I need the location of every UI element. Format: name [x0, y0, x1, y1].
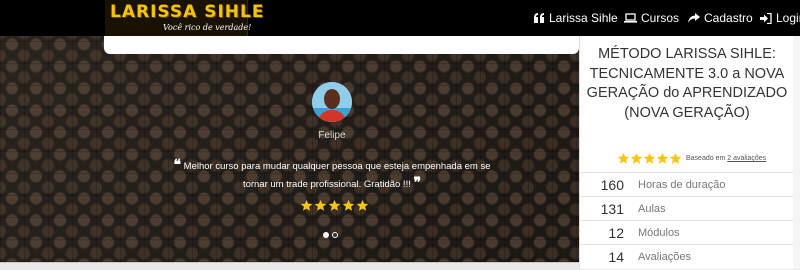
- avatar: [312, 82, 352, 122]
- nav-label: Login: [776, 11, 800, 25]
- testimonial-quote: ❝ Melhor curso para mudar qualquer pesso…: [168, 157, 496, 193]
- stat-label: Módulos: [638, 227, 680, 239]
- nav-item-login[interactable]: Login: [760, 11, 800, 25]
- person-photo: [312, 82, 352, 122]
- star-icon: [630, 152, 643, 164]
- stat-row-hours: 160 Horas de duração: [580, 172, 794, 197]
- nav-item-cursos[interactable]: Cursos: [624, 11, 679, 25]
- laptop-icon: [624, 13, 637, 23]
- login-icon: [760, 12, 772, 24]
- star-icon: [342, 199, 355, 211]
- stat-label: Aulas: [638, 203, 666, 215]
- stat-label: Avaliações: [638, 251, 691, 263]
- logo-slogan: Você rico de verdade!: [163, 23, 252, 32]
- course-info-panel: MÉTODO LARISSA SIHLE: TECNICAMENTE 3.0 a…: [579, 36, 795, 269]
- carousel-dot[interactable]: [332, 232, 338, 238]
- carousel-indicators: [323, 232, 338, 238]
- quote-icon: [534, 13, 544, 23]
- star-icon: [643, 152, 656, 164]
- nav-label: Cursos: [641, 11, 680, 25]
- nav-item-larissa-sihle[interactable]: Larissa Sihle: [534, 11, 618, 25]
- nav-item-cadastro[interactable]: Cadastro: [688, 11, 753, 25]
- carousel-dot[interactable]: [323, 232, 329, 238]
- rating-stars: [617, 152, 682, 165]
- content-card-edge: [104, 36, 579, 54]
- stat-label: Horas de duração: [638, 179, 726, 191]
- top-navbar: LARISSA SIHLE Você rico de verdade! Lari…: [0, 0, 800, 36]
- testimonial-rating: [300, 199, 369, 212]
- stat-row-lessons: 131 Aulas: [580, 196, 794, 221]
- quote-text: Melhor curso para mudar qualquer pessoa …: [183, 161, 491, 190]
- logo-title: LARISSA SIHLE: [110, 2, 265, 22]
- rating-prefix: Baseado em: [686, 155, 726, 162]
- star-icon: [356, 199, 369, 211]
- star-icon: [328, 199, 341, 211]
- star-icon: [656, 152, 669, 164]
- stat-value: 12: [608, 225, 624, 241]
- course-rating: Baseado em 2 avaliações: [617, 152, 766, 165]
- page-scroll-edge: [793, 36, 800, 269]
- star-icon: [617, 152, 630, 164]
- stat-row-modules: 12 Módulos: [580, 220, 794, 245]
- star-icon: [300, 199, 313, 211]
- stat-value: 131: [600, 201, 624, 217]
- share-icon: [688, 13, 700, 23]
- nav-label: Larissa Sihle: [549, 11, 618, 25]
- open-quote-icon: ❝: [173, 157, 182, 173]
- brand-logo[interactable]: LARISSA SIHLE Você rico de verdade!: [105, 0, 263, 36]
- testimonial-author: Felipe: [318, 130, 346, 141]
- stat-value: 160: [600, 177, 624, 193]
- nav-label: Cadastro: [704, 11, 753, 25]
- stat-row-reviews: 14 Avaliações: [580, 244, 794, 269]
- course-title: MÉTODO LARISSA SIHLE: TECNICAMENTE 3.0 a…: [586, 46, 788, 121]
- close-quote-icon: ❞: [413, 175, 422, 191]
- reviews-link[interactable]: 2 avaliações: [727, 155, 766, 162]
- stat-value: 14: [608, 249, 624, 265]
- star-icon: [669, 152, 682, 164]
- star-icon: [314, 199, 327, 211]
- rating-text: Baseado em 2 avaliações: [686, 155, 766, 162]
